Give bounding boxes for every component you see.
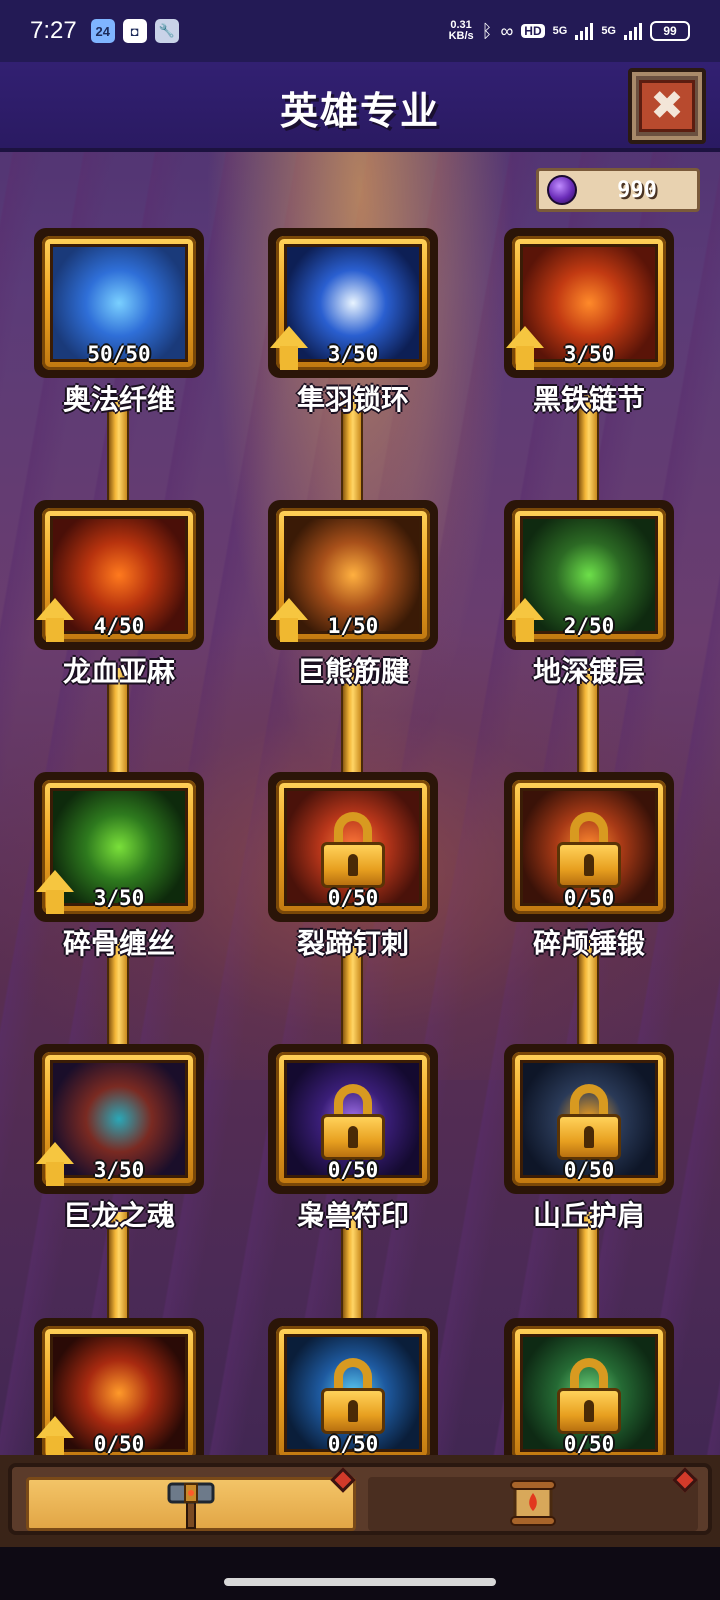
lock-icon — [557, 1084, 621, 1161]
title-bar: 英雄专业 ✖ — [0, 62, 720, 152]
lock-icon — [321, 1358, 385, 1435]
wrench-icon: 🔧 — [154, 19, 179, 43]
network-2-label: 5G — [601, 25, 616, 37]
link-icon: ∞ — [500, 20, 514, 41]
skill-node[interactable]: 2/50 地深镀层 — [504, 500, 674, 700]
skill-node[interactable]: 3/50 巨龙之魂 — [34, 1044, 204, 1244]
signal-icon-2 — [624, 22, 642, 40]
currency-display: 990 — [536, 168, 700, 212]
close-symbol: ✖ — [650, 83, 684, 129]
battery-level: 99 — [663, 24, 677, 38]
page-title: 英雄专业 — [279, 89, 440, 133]
hammer-tab-icon — [163, 1482, 219, 1530]
home-indicator[interactable] — [224, 1578, 496, 1586]
battery-icon: 99 — [650, 21, 690, 41]
currency-value: 990 — [617, 177, 657, 203]
system-nav-bar — [0, 1547, 720, 1600]
skill-level: 50/50 — [87, 342, 151, 366]
skill-level: 0/50 — [563, 886, 615, 910]
close-button[interactable]: ✖ — [628, 68, 706, 144]
tab-hammer[interactable] — [26, 1477, 356, 1531]
skill-name: 枭兽符印 — [296, 1199, 409, 1232]
skill-node[interactable]: 3/50 隼羽锁环 — [268, 228, 438, 428]
skill-level: 0/50 — [327, 1432, 379, 1456]
scroll-tab-icon — [505, 1479, 561, 1527]
app-icon: ◘ — [122, 19, 147, 43]
skill-level: 3/50 — [563, 342, 615, 366]
lock-icon — [557, 1358, 621, 1435]
skill-level: 4/50 — [93, 614, 145, 638]
skill-name: 巨熊筋腱 — [296, 655, 409, 688]
skill-node[interactable]: 3/50 碎骨缠丝 — [34, 772, 204, 972]
skill-level: 0/50 — [563, 1432, 615, 1456]
skill-node[interactable]: 3/50 黑铁链节 — [504, 228, 674, 428]
status-right-cluster: 0.31 KB/s ᛒ ∞ HD 5G 5G 99 — [449, 20, 690, 42]
signal-icon — [575, 22, 594, 40]
skill-node[interactable]: 0/50 枭兽符印 — [268, 1044, 438, 1244]
tab-container — [8, 1463, 712, 1535]
skill-node[interactable]: 0/50 碎颅锤锻 — [504, 772, 674, 972]
skill-node[interactable]: 0/50 山丘护肩 — [504, 1044, 674, 1244]
skill-level: 2/50 — [563, 614, 615, 638]
skill-level: 0/50 — [327, 1158, 379, 1182]
skill-name: 隼羽锁环 — [296, 383, 409, 416]
net-speed: 0.31 KB/s — [449, 20, 474, 42]
skill-name: 黑铁链节 — [532, 383, 645, 416]
network-1: 5G — [553, 25, 568, 37]
network-2: 5G — [601, 25, 616, 37]
skill-node[interactable]: 50/50 奥法纤维 — [34, 228, 204, 428]
skill-name: 地深镀层 — [532, 655, 645, 688]
skill-name: 裂蹄钉刺 — [296, 927, 409, 960]
skill-level: 0/50 — [563, 1158, 615, 1182]
skill-level: 0/50 — [93, 1432, 145, 1456]
calendar-icon: 24 — [90, 19, 115, 43]
skill-level: 1/50 — [327, 614, 379, 638]
lock-icon — [321, 812, 385, 889]
close-icon: ✖ — [639, 80, 695, 132]
skill-level: 3/50 — [93, 1158, 145, 1182]
skill-node[interactable]: 0/50 裂蹄钉刺 — [268, 772, 438, 972]
lock-icon — [557, 812, 621, 889]
tab-scroll[interactable] — [368, 1477, 698, 1531]
skill-name: 碎颅锤锻 — [532, 927, 645, 960]
skill-name: 奥法纤维 — [62, 383, 175, 416]
bluetooth-icon: ᛒ — [481, 20, 493, 41]
skill-name: 巨龙之魂 — [62, 1199, 175, 1232]
purple-gem-icon — [547, 175, 577, 205]
net-speed-unit: KB/s — [448, 30, 474, 42]
skill-name: 龙血亚麻 — [62, 655, 175, 688]
bottom-tab-bar — [0, 1455, 720, 1547]
skill-node[interactable]: 1/50 巨熊筋腱 — [268, 500, 438, 700]
skill-name: 山丘护肩 — [532, 1199, 645, 1232]
skill-level: 3/50 — [93, 886, 145, 910]
status-time: 7:27 — [30, 17, 77, 44]
network-1-label: 5G — [552, 25, 568, 37]
status-bar: 7:27 24 ◘ 🔧 0.31 KB/s ᛒ ∞ HD 5G 5G 99 — [0, 0, 720, 62]
skill-node[interactable]: 4/50 龙血亚麻 — [34, 500, 204, 700]
skill-level: 0/50 — [327, 886, 379, 910]
skill-name: 碎骨缠丝 — [62, 927, 175, 960]
hd-badge: HD — [521, 24, 545, 38]
lock-icon — [321, 1084, 385, 1161]
hd-label: HD — [524, 24, 542, 38]
skill-level: 3/50 — [327, 342, 379, 366]
